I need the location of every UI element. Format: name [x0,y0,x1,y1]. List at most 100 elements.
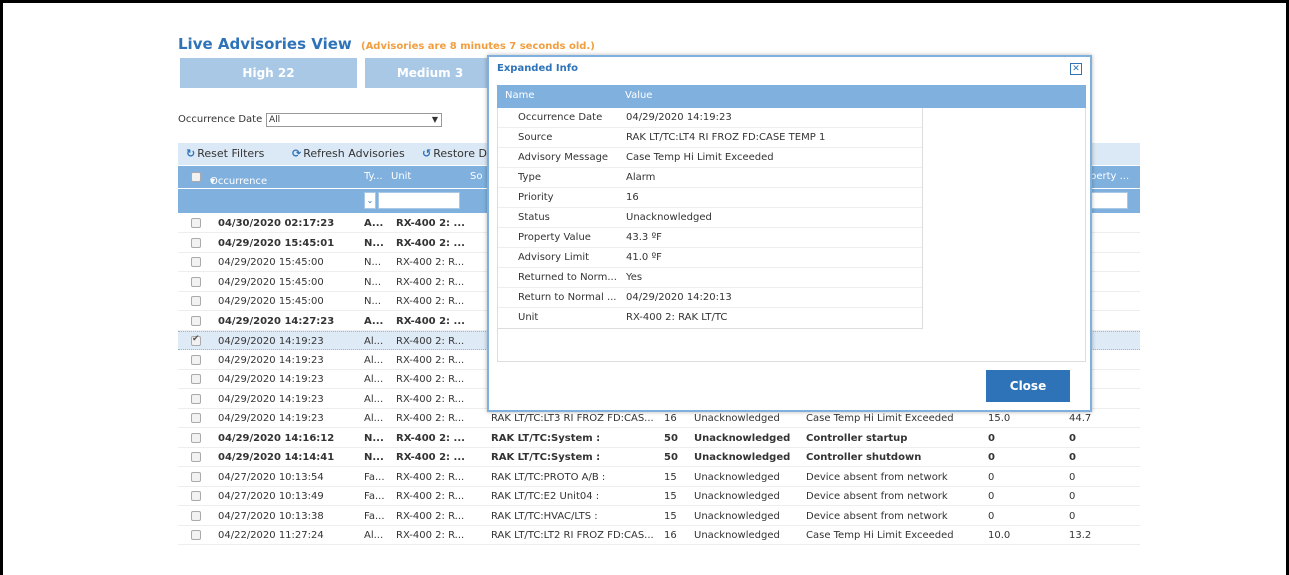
reset-filters-label: Reset Filters [197,147,265,160]
reset-filters-button[interactable]: ↻ Reset Filters [186,147,264,160]
row-status: Unacknowledged [694,452,791,463]
row-unit: RX-400 2: R... [396,276,465,288]
row-date: 04/27/2020 10:13:38 [218,510,324,522]
row-type: N... [364,276,382,288]
row-type: Al... [364,530,384,541]
row-unit: RX-400 2: R... [396,413,465,424]
dropdown-arrow-icon: ▼ [431,115,438,124]
row-checkbox[interactable] [191,491,201,501]
detail-value: Unacknowledged [626,212,712,223]
close-button[interactable]: Close [986,370,1070,402]
row-checkbox[interactable] [191,452,201,462]
row-message: Controller shutdown [806,452,922,463]
row-type: N... [364,432,384,444]
dialog-body: Occurrence Date 04/29/2020 14:19:23 Source… [497,108,1086,362]
row-limit: 15.0 [988,413,1011,424]
row-unit: RX-400 2: R... [396,530,465,541]
row-date: 04/29/2020 14:19:23 [218,354,324,366]
row-checkbox[interactable] [191,218,201,228]
unit-filter-input[interactable] [378,192,460,209]
row-limit: 10.0 [988,530,1011,541]
row-date: 04/29/2020 14:16:12 [218,432,335,444]
detail-name: Property Value [518,232,591,243]
refresh-advisories-button[interactable]: ⟳ Refresh Advisories [292,147,405,160]
row-checkbox[interactable] [191,276,201,287]
table-row[interactable]: 04/27/2020 10:13:54 Fa... RX-400 2: R... RA… [178,468,1140,487]
column-source[interactable]: So [470,171,482,182]
row-checkbox[interactable] [191,334,201,346]
sort-desc-icon: ▾ [210,176,216,187]
row-limit: 0 [988,452,995,463]
row-checkbox[interactable] [191,393,201,404]
row-limit: 0 [988,471,995,483]
row-type: A... [364,218,384,229]
row-checkbox[interactable] [191,413,201,423]
detail-name: Returned to Norm... [518,272,617,283]
row-priority: 15 [664,471,677,483]
detail-value: 04/29/2020 14:20:13 [626,292,732,303]
row-message: Case Temp Hi Limit Exceeded [806,413,954,424]
column-type[interactable]: Ty... [364,171,383,182]
row-type: Al... [364,393,384,405]
detail-name: Priority [518,192,554,203]
row-unit: RX-400 2: ... [396,218,465,229]
row-limit: 0 [988,491,995,502]
row-checkbox[interactable] [191,432,201,443]
table-row[interactable]: 04/27/2020 10:13:49 Fa... RX-400 2: R... RA… [178,487,1140,506]
row-priority: 50 [664,432,678,444]
row-property-value: 0 [1069,452,1076,463]
row-limit: 0 [988,432,995,444]
row-checkbox[interactable] [191,530,201,540]
row-unit: RX-400 2: ... [396,237,465,249]
row-status: Unacknowledged [694,510,780,522]
column-unit[interactable]: Unit [391,171,411,182]
detail-name: Advisory Limit [518,252,590,263]
detail-name: Return to Normal ... [518,292,617,303]
row-checkbox[interactable] [191,257,201,267]
row-property-value: 44.7 [1069,413,1092,424]
row-checkbox[interactable] [191,471,201,482]
row-date: 04/29/2020 15:45:01 [218,237,335,249]
column-property-value[interactable]: perty ... [1090,171,1129,182]
row-priority: 15 [664,491,677,502]
detail-value: 43.3 ºF [626,232,662,243]
select-all-checkbox[interactable] [191,172,201,182]
property-filter-input[interactable] [1088,192,1128,209]
row-unit: RX-400 2: R... [396,491,465,502]
row-type: Al... [364,336,384,347]
row-date: 04/29/2020 14:27:23 [218,315,335,327]
row-unit: RX-400 2: R... [396,393,465,405]
detail-row: Type Alarm [498,168,922,188]
detail-value: 16 [626,192,639,203]
row-checkbox[interactable] [191,374,201,384]
row-message: Case Temp Hi Limit Exceeded [806,530,954,541]
detail-row: Property Value 43.3 ºF [498,228,922,248]
restore-defaults-button[interactable]: ↺ Restore D [422,147,487,160]
close-icon[interactable]: ✕ [1070,63,1082,75]
table-row[interactable]: 04/22/2020 11:27:24 Al... RX-400 2: R... RA… [178,526,1140,545]
tab-high-priority[interactable]: High 22 [180,58,357,88]
detail-name: Occurrence Date [518,112,603,123]
table-row[interactable]: 04/29/2020 14:16:12 N... RX-400 2: ... RAK … [178,429,1140,448]
occurrence-date-select[interactable]: All ▼ [266,113,442,127]
table-row[interactable]: 04/29/2020 14:14:41 N... RX-400 2: ... RAK … [178,448,1140,467]
occurrence-date-filter-label: Occurrence Date [178,114,263,125]
row-priority: 15 [664,510,677,522]
row-checkbox[interactable] [191,315,201,326]
type-filter-dropdown[interactable]: ⌄ [364,192,376,209]
row-checkbox[interactable] [191,296,201,306]
row-type: Fa... [364,471,385,483]
tab-medium-priority[interactable]: Medium 3 [365,58,495,88]
details-table: Occurrence Date 04/29/2020 14:19:23 Source… [498,108,923,329]
row-checkbox[interactable] [191,510,201,521]
page-title-text: Live Advisories View [178,35,352,53]
row-priority: 16 [664,530,677,541]
row-checkbox[interactable] [191,237,201,248]
restore-defaults-label: Restore D [433,147,487,160]
detail-value: Case Temp Hi Limit Exceeded [626,152,774,163]
row-property-value: 0 [1069,510,1076,522]
row-type: N... [364,452,384,463]
row-date: 04/27/2020 10:13:54 [218,471,324,483]
table-row[interactable]: 04/27/2020 10:13:38 Fa... RX-400 2: R... RA… [178,507,1140,526]
row-checkbox[interactable] [191,354,201,365]
